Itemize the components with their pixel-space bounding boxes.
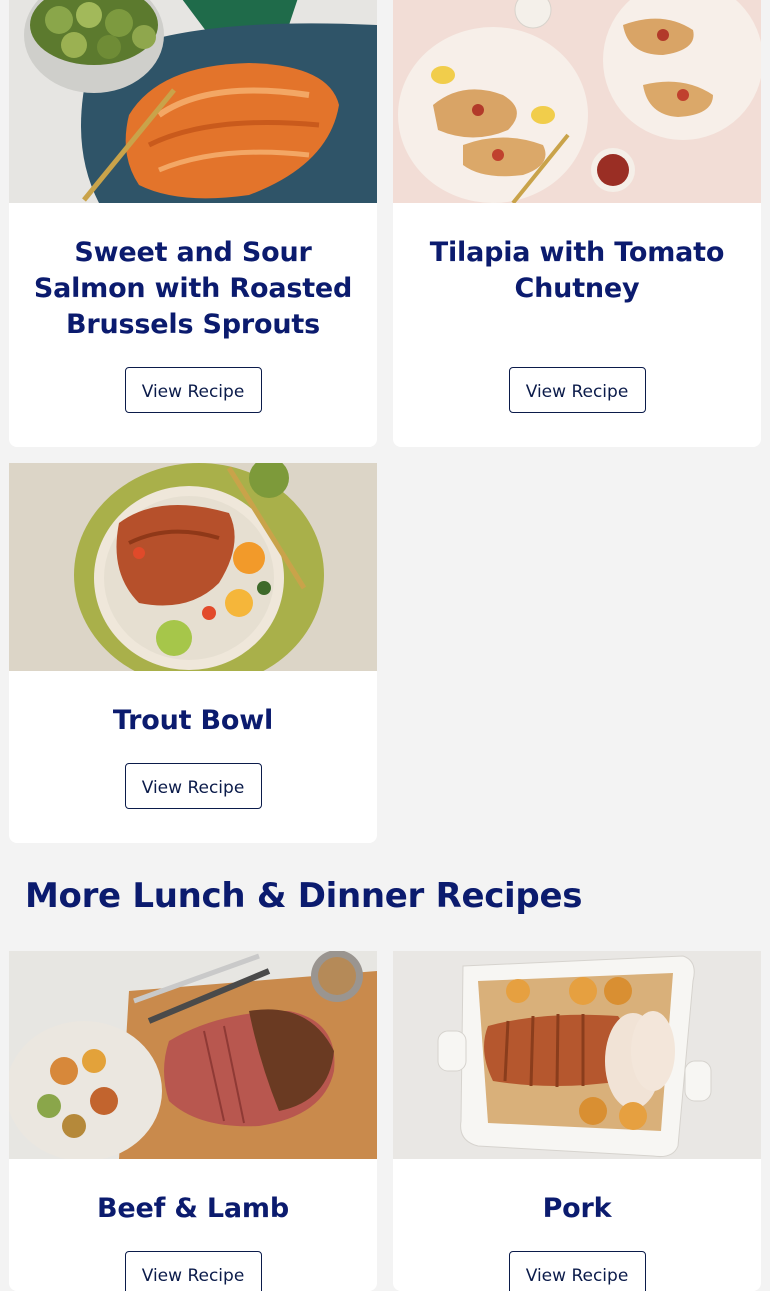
recipe-card[interactable]: Trout Bowl View Recipe [9,463,377,843]
recipe-image[interactable] [393,951,761,1159]
section-heading: More Lunch & Dinner Recipes [25,876,583,916]
recipe-image[interactable] [9,463,377,671]
view-recipe-button[interactable]: View Recipe [124,367,262,413]
recipe-title[interactable]: Sweet and Sour Salmon with Roasted Bruss… [29,235,357,343]
recipe-title[interactable]: Beef & Lamb [29,1191,357,1227]
recipe-card[interactable]: Beef & Lamb View Recipe [9,951,377,1291]
recipe-image[interactable] [9,0,377,203]
recipe-card[interactable]: Tilapia with Tomato Chutney View Recipe [393,0,761,447]
view-recipe-button[interactable]: View Recipe [124,1251,262,1291]
recipe-card[interactable]: Sweet and Sour Salmon with Roasted Bruss… [9,0,377,447]
recipe-title[interactable]: Trout Bowl [29,703,357,739]
recipe-card[interactable]: Pork View Recipe [393,951,761,1291]
recipe-image[interactable] [393,0,761,203]
view-recipe-button[interactable]: View Recipe [508,367,646,413]
view-recipe-button[interactable]: View Recipe [508,1251,646,1291]
recipe-image[interactable] [9,951,377,1159]
view-recipe-button[interactable]: View Recipe [124,763,262,809]
recipe-title[interactable]: Pork [413,1191,741,1227]
recipe-title[interactable]: Tilapia with Tomato Chutney [413,235,741,307]
